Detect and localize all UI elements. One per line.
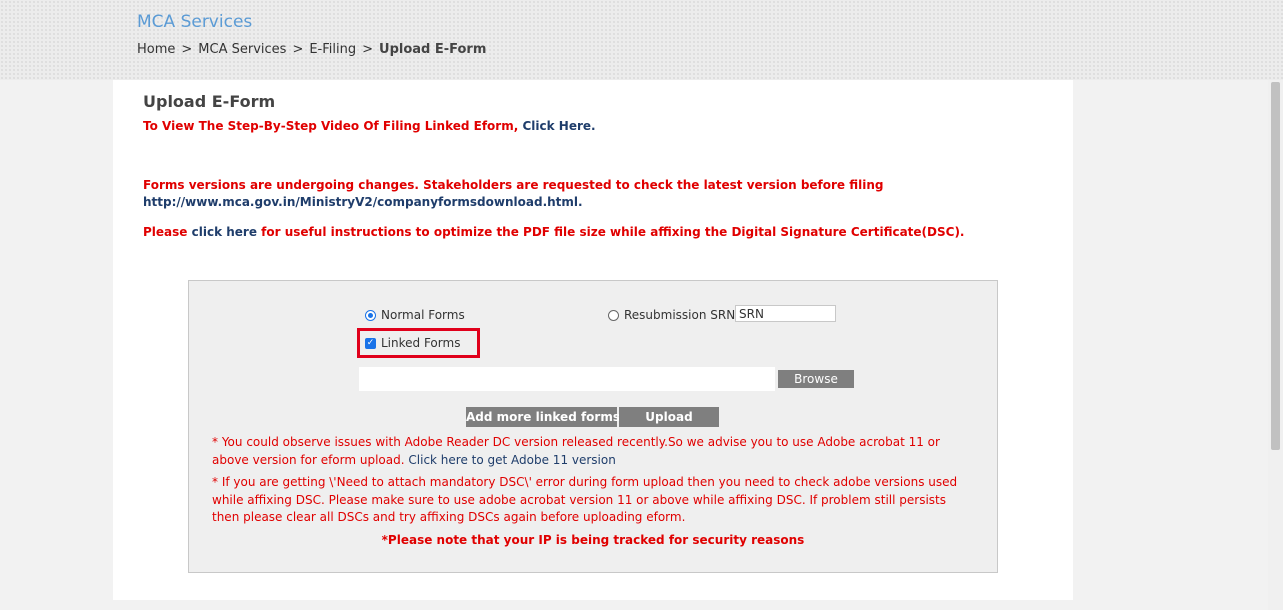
resubmission-label: Resubmission SRN xyxy=(624,308,736,322)
linked-forms-option[interactable]: ✓ Linked Forms xyxy=(365,336,460,350)
breadcrumb-separator: > xyxy=(362,42,374,57)
breadcrumb-separator: > xyxy=(181,42,193,57)
normal-forms-label: Normal Forms xyxy=(381,308,465,322)
linked-forms-checkbox[interactable]: ✓ xyxy=(365,337,376,349)
normal-forms-option[interactable]: Normal Forms xyxy=(365,308,465,322)
main-content: Upload E-Form To View The Step-By-Step V… xyxy=(113,80,1073,600)
pdf-instructions: Please click here for useful instruction… xyxy=(143,225,965,239)
pdf-please-text: Please xyxy=(143,225,188,239)
breadcrumb-home[interactable]: Home xyxy=(137,42,175,57)
scrollbar-thumb[interactable] xyxy=(1271,82,1280,450)
breadcrumb-mca-services[interactable]: MCA Services xyxy=(198,42,286,57)
video-notice-text: To View The Step-By-Step Video Of Filing… xyxy=(143,119,519,133)
dsc-note: * If you are getting \'Need to attach ma… xyxy=(212,475,958,524)
page-title: Upload E-Form xyxy=(143,92,276,111)
file-path-field[interactable] xyxy=(359,367,775,391)
resubmission-option[interactable]: Resubmission SRN xyxy=(608,308,735,322)
breadcrumb-e-filing[interactable]: E-Filing xyxy=(309,42,356,57)
pdf-instructions-text: for useful instructions to optimize the … xyxy=(261,225,965,239)
page-header: MCA Services Home > MCA Services > E-Filing >… xyxy=(0,0,1283,80)
breadcrumb-current: Upload E-Form xyxy=(379,42,487,57)
breadcrumb-separator: > xyxy=(292,42,304,57)
upload-button[interactable]: Upload xyxy=(619,407,719,427)
adobe-note: * You could observe issues with Adobe Re… xyxy=(212,434,972,469)
add-more-linked-forms-button[interactable]: Add more linked forms xyxy=(466,407,620,427)
versions-notice: Forms versions are undergoing changes. S… xyxy=(143,178,884,192)
upload-form-panel: Normal Forms Resubmission SRN ✓ Linked F… xyxy=(188,280,998,573)
vertical-scrollbar[interactable] xyxy=(1268,80,1283,610)
pdf-instructions-link[interactable]: click here xyxy=(192,225,257,239)
breadcrumb: Home > MCA Services > E-Filing > Upload E-Form xyxy=(137,42,486,57)
adobe-download-link[interactable]: Click here to get Adobe 11 version xyxy=(408,453,615,467)
linked-forms-label: Linked Forms xyxy=(381,336,461,350)
browse-button[interactable]: Browse xyxy=(778,370,854,388)
ip-tracking-notice: *Please note that your IP is being track… xyxy=(381,533,805,547)
versions-url-link[interactable]: http://www.mca.gov.in/MinistryV2/company… xyxy=(143,195,583,209)
video-notice: To View The Step-By-Step Video Of Filing… xyxy=(143,119,596,133)
normal-forms-radio[interactable] xyxy=(365,309,376,321)
resubmission-radio[interactable] xyxy=(608,309,619,321)
srn-input[interactable] xyxy=(735,305,836,322)
video-link[interactable]: Click Here. xyxy=(522,119,595,133)
site-title[interactable]: MCA Services xyxy=(137,12,252,32)
